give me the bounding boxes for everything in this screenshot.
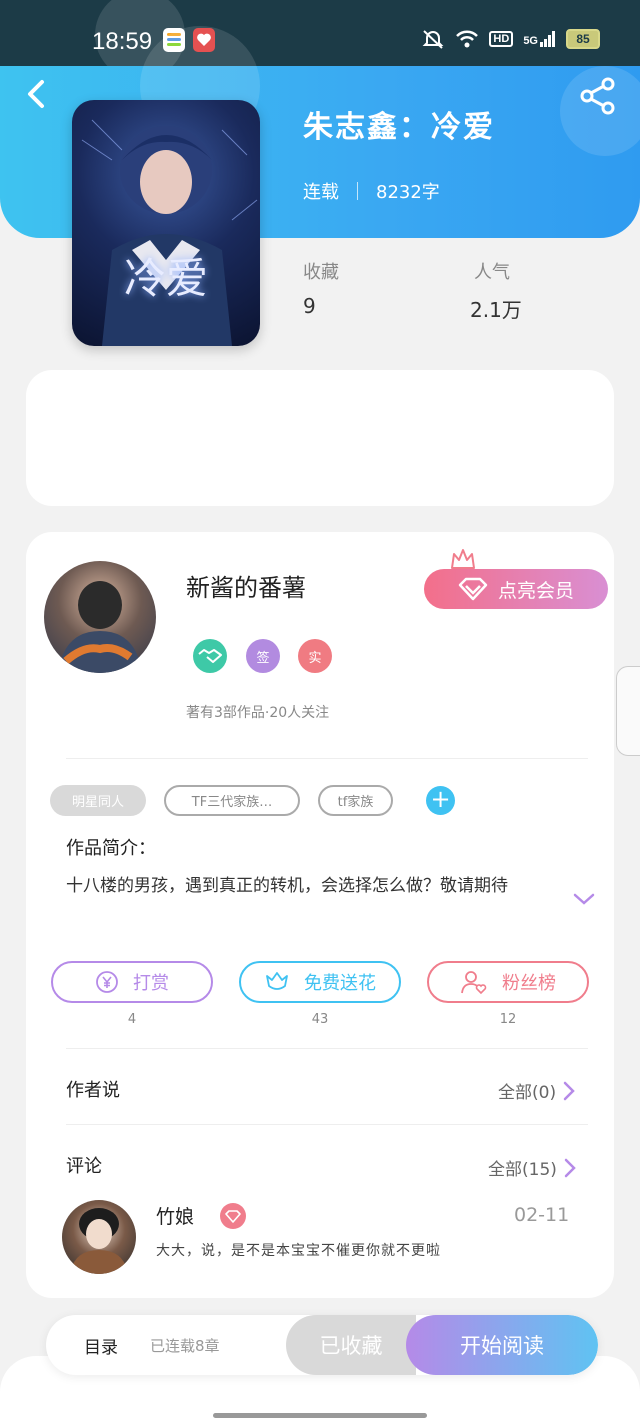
wifi-icon	[456, 30, 479, 48]
verified-badge: 实	[298, 639, 332, 673]
stat-label-popularity: 人气	[474, 262, 510, 283]
share-button[interactable]	[578, 76, 618, 116]
tip-count: 4	[127, 1012, 137, 1027]
user-heart-icon	[461, 971, 487, 995]
tag-chip[interactable]: 明星同人	[50, 785, 146, 816]
chevron-right-icon	[563, 1081, 575, 1100]
book-word-count: 8232字	[376, 182, 440, 203]
chapters-count: 已连载8章	[150, 1337, 220, 1355]
stat-value-popularity: 2.1万	[470, 298, 522, 322]
status-bar: 18:59 HD 5G 85	[0, 0, 640, 80]
blank-card	[26, 370, 614, 506]
divider	[66, 1048, 588, 1049]
network-indicator: 5G	[523, 31, 556, 47]
signed-author-badge: 签	[246, 639, 280, 673]
cover-art-illustration	[81, 119, 258, 346]
crown-icon	[451, 549, 475, 569]
cover-title-text: 冷爱	[123, 254, 208, 303]
side-drawer-handle[interactable]	[616, 666, 640, 756]
chevron-left-icon	[28, 80, 44, 108]
status-icons: HD 5G 85	[421, 28, 600, 50]
book-meta: 连载 8232字	[303, 178, 440, 204]
comments-title: 评论	[66, 1156, 102, 1177]
fan-ranking-button[interactable]: 粉丝榜	[427, 961, 589, 1003]
intro-title: 作品简介：	[66, 838, 156, 859]
send-flower-button[interactable]: 免费送花	[239, 961, 401, 1003]
start-reading-button[interactable]: 开始阅读	[406, 1315, 598, 1375]
author-says-all-link[interactable]: 全部(0)	[498, 1078, 576, 1103]
bottom-action-bar: 目录 已连载8章 已收藏 开始阅读	[46, 1315, 598, 1375]
activate-vip-label: 点亮会员	[497, 579, 574, 602]
yen-coin-icon	[96, 971, 118, 993]
comments-all-link[interactable]: 全部(15)	[488, 1155, 577, 1180]
tag-chip[interactable]: tf家族	[318, 785, 393, 816]
start-reading-label: 开始阅读	[460, 1334, 544, 1358]
tag-chip[interactable]: TF三代家族…	[164, 785, 300, 816]
add-tag-button[interactable]: +	[426, 786, 455, 815]
hd-indicator: HD	[489, 31, 514, 47]
author-name[interactable]: 新酱的番薯	[186, 568, 306, 603]
meta-divider	[357, 182, 358, 200]
author-says-all-label: 全部(0)	[498, 1083, 557, 1103]
commenter-name[interactable]: 竹娘	[156, 1202, 194, 1229]
home-indicator[interactable]	[213, 1413, 427, 1418]
favorited-button[interactable]: 已收藏	[286, 1315, 416, 1375]
flower-count: 43	[311, 1012, 329, 1027]
author-avatar[interactable]	[44, 561, 156, 673]
fan-count: 12	[499, 1012, 517, 1027]
author-stats: 著有3部作品·20人关注	[186, 705, 330, 721]
divider	[66, 1124, 588, 1125]
plus-icon: +	[430, 785, 451, 813]
comment-date: 02-11	[514, 1204, 570, 1226]
commenter-avatar[interactable]	[62, 1200, 136, 1274]
book-status: 连载	[303, 182, 339, 203]
comment-text: 大大，说，是不是本宝宝不催更你就不更啦	[156, 1243, 441, 1259]
tip-button[interactable]: 打赏	[51, 961, 213, 1003]
activate-vip-button[interactable]: 点亮会员	[424, 569, 608, 609]
vip-diamond-icon	[220, 1203, 246, 1229]
send-flower-label: 免费送花	[304, 973, 376, 994]
mute-bell-icon	[423, 30, 444, 49]
table-of-contents-button[interactable]: 目录	[84, 1333, 118, 1358]
diamond-icon	[458, 577, 488, 601]
chevron-down-icon[interactable]	[572, 890, 596, 908]
book-title: 朱志鑫：冷爱	[303, 110, 495, 145]
chevron-right-icon	[564, 1158, 576, 1177]
status-time: 18:59	[92, 28, 153, 55]
tip-label: 打赏	[133, 973, 169, 994]
book-cover[interactable]: 冷爱	[72, 100, 260, 346]
comments-all-label: 全部(15)	[488, 1160, 557, 1180]
intro-text: 十八楼的男孩，遇到真正的转机，会选择怎么做？敬请期待	[66, 876, 508, 896]
handshake-badge-icon	[193, 639, 227, 673]
flower-icon	[266, 972, 288, 990]
back-button[interactable]	[20, 76, 56, 112]
stat-value-favorites: 9	[303, 294, 316, 318]
battery-indicator: 85	[566, 29, 600, 49]
author-says-title: 作者说	[66, 1080, 120, 1101]
share-icon	[580, 77, 615, 115]
stat-label-favorites: 收藏	[303, 262, 339, 283]
favorited-label: 已收藏	[319, 1334, 383, 1358]
divider	[66, 758, 588, 759]
fan-ranking-label: 粉丝榜	[502, 973, 556, 994]
